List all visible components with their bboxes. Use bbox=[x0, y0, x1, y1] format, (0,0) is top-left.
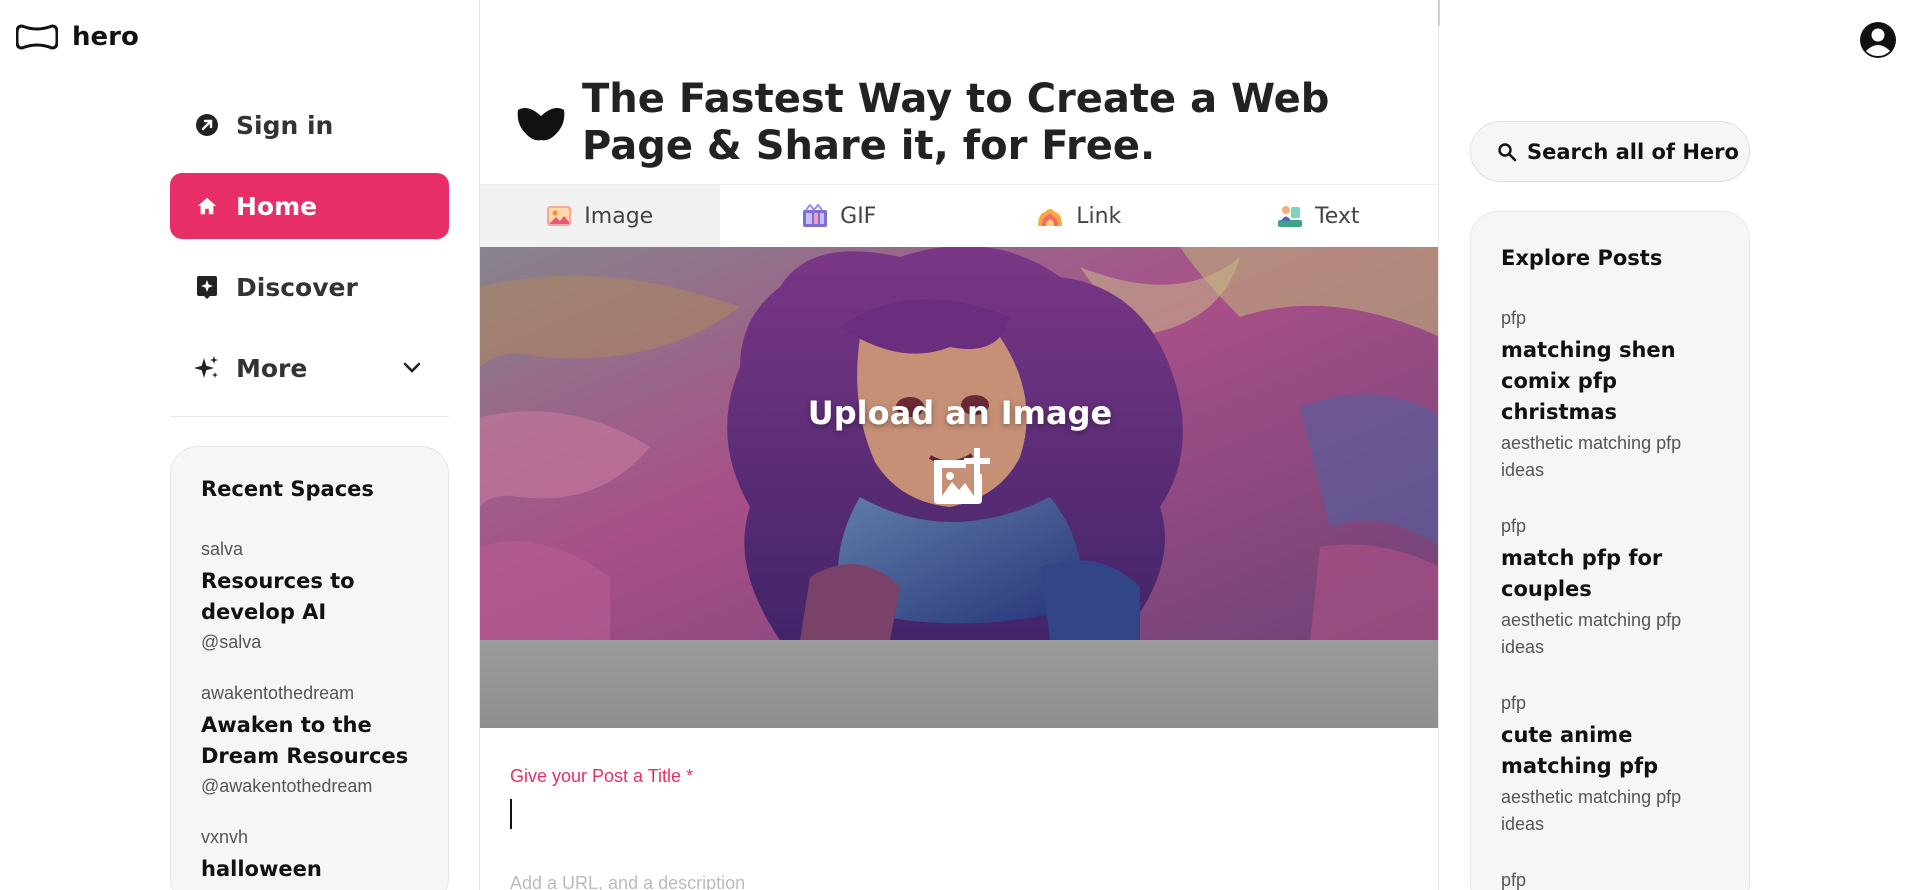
nav-discover[interactable]: Discover bbox=[170, 254, 449, 320]
nav-label: More bbox=[236, 353, 308, 383]
discover-icon bbox=[194, 274, 220, 300]
post-item[interactable]: pfp bbox=[1501, 870, 1719, 890]
upload-label: Upload an Image bbox=[807, 393, 1113, 432]
gif-emoji-icon bbox=[803, 204, 828, 227]
link-emoji-icon bbox=[1038, 209, 1063, 226]
image-preview-strip bbox=[480, 640, 1438, 728]
image-emoji-icon bbox=[547, 206, 572, 226]
space-user: vxnvh bbox=[201, 827, 249, 847]
post-title-input[interactable] bbox=[510, 799, 1390, 829]
space-user: awakentothedream bbox=[201, 683, 355, 703]
space-user: salva bbox=[201, 539, 244, 559]
tab-link[interactable]: Link bbox=[959, 185, 1199, 247]
recent-spaces-card: Recent Spaces salva Resources to develop… bbox=[170, 446, 449, 890]
tab-label: GIF bbox=[840, 203, 877, 229]
brand[interactable]: hero bbox=[16, 22, 139, 52]
main-column: The Fastest Way to Create a Web Page & S… bbox=[479, 0, 1439, 890]
arrow-up-right-icon bbox=[194, 112, 220, 138]
explore-posts-title: Explore Posts bbox=[1501, 246, 1663, 270]
space-title[interactable]: Awaken to the Dream Resources bbox=[201, 710, 418, 772]
post-description: aesthetic matching pfp ideas bbox=[1501, 610, 1682, 657]
post-tag[interactable]: pfp bbox=[1501, 308, 1719, 329]
post-tag[interactable]: pfp bbox=[1501, 693, 1719, 714]
nav-label: Home bbox=[236, 191, 318, 221]
space-title[interactable]: Resources to develop AI bbox=[201, 566, 418, 628]
title-field-label: Give your Post a Title * bbox=[510, 766, 694, 786]
tab-label: Text bbox=[1315, 203, 1360, 229]
post-title[interactable]: matching shen comix pfp christmas bbox=[1501, 335, 1719, 428]
tab-gif[interactable]: GIF bbox=[720, 185, 960, 247]
column-divider bbox=[1438, 0, 1440, 26]
space-handle[interactable]: @awakentothedream bbox=[201, 776, 418, 797]
home-icon bbox=[194, 193, 220, 219]
upload-overlay[interactable]: Upload an Image bbox=[480, 247, 1438, 640]
nav-sign-in[interactable]: Sign in bbox=[170, 92, 449, 158]
post-tag[interactable]: pfp bbox=[1501, 516, 1719, 537]
post-item[interactable]: pfp matching shen comix pfp christmas ae… bbox=[1501, 308, 1719, 484]
space-title[interactable]: halloween bbox=[201, 854, 418, 885]
page-title: The Fastest Way to Create a Web Page & S… bbox=[582, 76, 1330, 169]
sparkle-icon bbox=[194, 355, 220, 381]
tab-label: Image bbox=[584, 203, 654, 229]
page-header: The Fastest Way to Create a Web Page & S… bbox=[480, 0, 1438, 185]
recent-spaces-title: Recent Spaces bbox=[201, 477, 374, 501]
nav-divider bbox=[170, 416, 449, 417]
account-icon[interactable] bbox=[1858, 20, 1898, 60]
space-item[interactable]: awakentothedream Awaken to the Dream Res… bbox=[201, 683, 418, 797]
text-emoji-icon bbox=[1278, 206, 1302, 227]
nav-label: Sign in bbox=[236, 110, 334, 140]
tab-label: Link bbox=[1076, 203, 1122, 229]
nav-more[interactable]: More bbox=[170, 335, 449, 401]
url-description-label: Add a URL, and a description bbox=[510, 873, 746, 890]
tab-text[interactable]: Text bbox=[1199, 185, 1439, 247]
post-title[interactable]: cute anime matching pfp bbox=[1501, 720, 1719, 782]
post-description: aesthetic matching pfp ideas bbox=[1501, 433, 1682, 480]
nav-home[interactable]: Home bbox=[170, 173, 449, 239]
space-item[interactable]: salva Resources to develop AI @salva bbox=[201, 539, 418, 653]
post-form: Give your Post a Title * Add a URL, and … bbox=[480, 728, 1438, 890]
image-upload-area[interactable]: Upload an Image bbox=[480, 247, 1438, 640]
post-item[interactable]: pfp match pfp for couples aesthetic matc… bbox=[1501, 516, 1719, 661]
hero-logo-icon bbox=[16, 24, 58, 50]
add-image-icon[interactable] bbox=[928, 444, 992, 508]
tab-image[interactable]: Image bbox=[480, 185, 720, 247]
search-button[interactable]: Search all of Hero bbox=[1470, 121, 1750, 182]
left-sidebar: Sign in Home Discover More bbox=[170, 92, 449, 447]
nav-label: Discover bbox=[236, 272, 358, 302]
space-handle[interactable]: @salva bbox=[201, 632, 418, 653]
explore-posts-card: Explore Posts pfp matching shen comix pf… bbox=[1470, 211, 1750, 890]
post-tag[interactable]: pfp bbox=[1501, 870, 1719, 890]
post-item[interactable]: pfp cute anime matching pfp aesthetic ma… bbox=[1501, 693, 1719, 838]
brand-name: hero bbox=[72, 22, 139, 52]
post-description: aesthetic matching pfp ideas bbox=[1501, 787, 1682, 834]
search-icon bbox=[1498, 142, 1517, 161]
post-title[interactable]: match pfp for couples bbox=[1501, 543, 1719, 605]
search-label: Search all of Hero bbox=[1527, 139, 1739, 164]
space-item[interactable]: vxnvh halloween bbox=[201, 827, 418, 885]
hero-mark-icon bbox=[517, 108, 565, 141]
chevron-down-icon[interactable] bbox=[403, 362, 421, 374]
post-type-tabs: Image GIF Link Text bbox=[480, 185, 1438, 247]
